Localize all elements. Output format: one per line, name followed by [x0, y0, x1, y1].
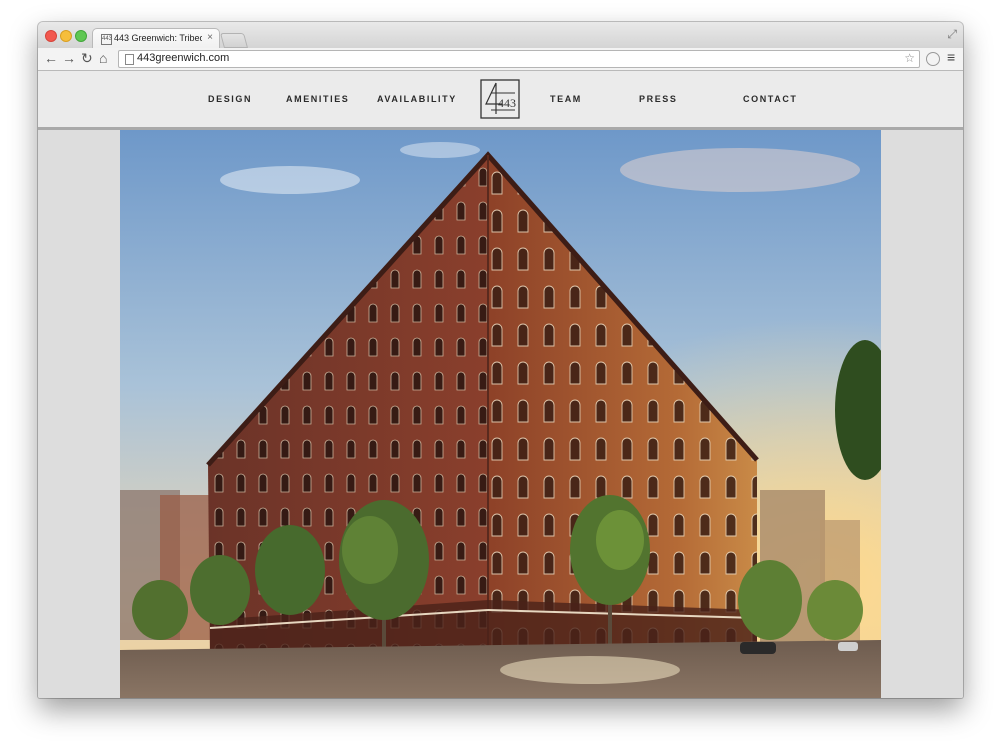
- browser-window: 443 443 Greenwich: Tribeca Co × ⤢ ← → ↻ …: [38, 22, 963, 698]
- browser-titlebar: 443 443 Greenwich: Tribeca Co × ⤢: [38, 22, 963, 49]
- page-icon: [125, 54, 134, 65]
- address-bar[interactable]: 443greenwich.com ☆: [118, 50, 920, 68]
- nav-team[interactable]: TEAM: [550, 94, 582, 104]
- star-icon[interactable]: ☆: [904, 51, 915, 65]
- nav-contact[interactable]: CONTACT: [743, 94, 798, 104]
- nav-press[interactable]: PRESS: [639, 94, 678, 104]
- building-illustration: [120, 130, 881, 698]
- forward-arrow-icon[interactable]: →: [62, 50, 76, 66]
- extension-icon[interactable]: [926, 52, 940, 66]
- hero-image: [120, 130, 881, 698]
- new-tab-button[interactable]: [219, 33, 249, 48]
- site-header: DESIGN AMENITIES AVAILABILITY 443 TEAM P…: [38, 71, 963, 130]
- home-icon[interactable]: ⌂: [99, 50, 107, 66]
- tab-title: 443 Greenwich: Tribeca Co: [114, 33, 202, 43]
- nav-amenities[interactable]: AMENITIES: [286, 94, 349, 104]
- nav-design[interactable]: DESIGN: [208, 94, 252, 104]
- url-text[interactable]: 443greenwich.com: [137, 52, 229, 64]
- close-window-button[interactable]: [45, 30, 57, 42]
- tab-close-icon[interactable]: ×: [207, 32, 213, 43]
- hamburger-menu-icon[interactable]: ≡: [947, 49, 955, 65]
- logo-mark: 443: [480, 79, 520, 119]
- page-content: [38, 130, 963, 698]
- zoom-window-button[interactable]: [75, 30, 87, 42]
- minimize-window-button[interactable]: [60, 30, 72, 42]
- site-logo[interactable]: 443: [480, 79, 520, 119]
- nav-availability[interactable]: AVAILABILITY: [377, 94, 457, 104]
- back-arrow-icon[interactable]: ←: [44, 50, 58, 66]
- logo-text: 443: [498, 96, 516, 110]
- browser-toolbar: ← → ↻ ⌂ 443greenwich.com ☆ ≡: [38, 48, 963, 71]
- favicon-icon: 443: [101, 34, 112, 45]
- fullscreen-icon[interactable]: ⤢: [947, 27, 957, 42]
- reload-icon[interactable]: ↻: [81, 50, 93, 66]
- browser-tab[interactable]: 443 443 Greenwich: Tribeca Co ×: [92, 28, 220, 49]
